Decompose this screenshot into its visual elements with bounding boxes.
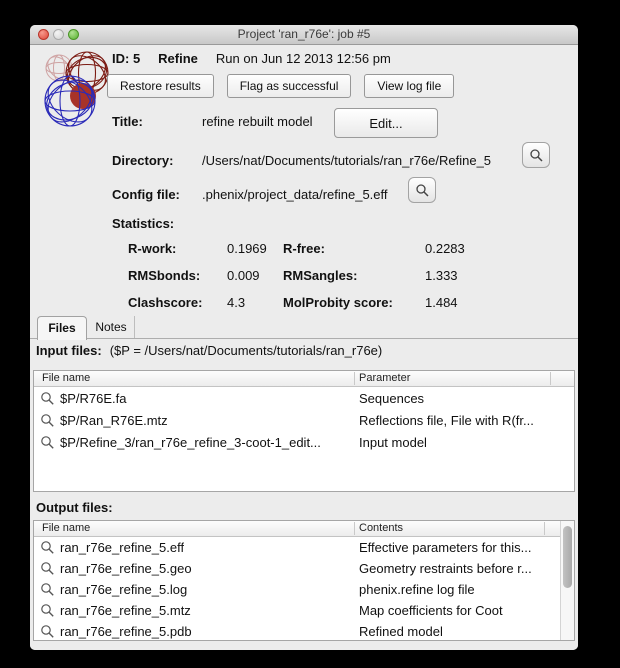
config-file-value: .phenix/project_data/refine_5.eff	[202, 187, 388, 202]
file-name: ran_r76e_refine_5.pdb	[60, 624, 192, 639]
app-window: Project 'ran_r76e': job #5	[30, 25, 578, 650]
edit-title-button[interactable]: Edit...	[334, 108, 438, 138]
flag-successful-button[interactable]: Flag as successful	[227, 74, 352, 98]
file-name: ran_r76e_refine_5.geo	[60, 561, 192, 576]
directory-value: /Users/nat/Documents/tutorials/ran_r76e/…	[202, 153, 491, 168]
zoom-button[interactable]	[68, 29, 79, 40]
stat-value: 4.3	[227, 295, 245, 310]
title-value: refine rebuilt model	[202, 114, 313, 129]
tab-notes[interactable]: Notes	[88, 316, 135, 338]
input-files-table: File name Parameter $P/R76E.fa Sequences…	[33, 370, 575, 492]
file-name: $P/R76E.fa	[60, 391, 127, 406]
magnifier-icon	[529, 148, 544, 163]
file-parameter: Reflections file, File with R(fr...	[359, 413, 534, 428]
output-files-table: File name Contents ran_r76e_refine_5.eff…	[33, 520, 575, 641]
molecule-spheres-icon	[42, 47, 116, 127]
output-file-row[interactable]: ran_r76e_refine_5.log phenix.refine log …	[34, 579, 574, 600]
file-contents: phenix.refine log file	[359, 582, 475, 597]
action-buttons: Restore results Flag as successful View …	[107, 74, 454, 98]
stat-label: MolProbity score:	[283, 295, 393, 310]
job-summary-row: ID: 5 Refine Run on Jun 12 2013 12:56 pm	[112, 51, 391, 66]
magnifier-icon	[415, 183, 430, 198]
column-divider[interactable]	[354, 372, 355, 385]
input-file-row[interactable]: $P/Refine_3/ran_r76e_refine_3-coot-1_edi…	[34, 431, 574, 453]
file-contents: Geometry restraints before r...	[359, 561, 532, 576]
output-file-row[interactable]: ran_r76e_refine_5.geo Geometry restraint…	[34, 558, 574, 579]
column-header-file-name[interactable]: File name	[42, 521, 90, 536]
magnifier-icon[interactable]	[40, 413, 55, 428]
view-log-button[interactable]: View log file	[364, 74, 454, 98]
stat-value: 1.333	[425, 268, 458, 283]
column-header-file-name[interactable]: File name	[42, 371, 90, 386]
window-title: Project 'ran_r76e': job #5	[90, 25, 518, 44]
file-name: ran_r76e_refine_5.eff	[60, 540, 184, 555]
tab-files[interactable]: Files	[37, 316, 87, 340]
job-type: Refine	[158, 51, 198, 66]
output-files-heading: Output files:	[36, 500, 113, 515]
output-files-table-header[interactable]: File name Contents	[34, 521, 574, 537]
close-button[interactable]	[38, 29, 49, 40]
minimize-button[interactable]	[53, 29, 64, 40]
magnifier-icon[interactable]	[40, 603, 55, 618]
title-bar[interactable]: Project 'ran_r76e': job #5	[30, 25, 578, 45]
file-contents: Effective parameters for this...	[359, 540, 531, 555]
output-files-heading-row: Output files:	[36, 500, 113, 515]
column-divider[interactable]	[544, 522, 545, 535]
stat-value: 0.009	[227, 268, 260, 283]
column-divider[interactable]	[354, 522, 355, 535]
column-header-parameter[interactable]: Parameter	[359, 371, 410, 386]
column-divider[interactable]	[550, 372, 551, 385]
magnifier-icon[interactable]	[40, 561, 55, 576]
output-files-scrollbar[interactable]	[560, 521, 574, 640]
magnifier-icon[interactable]	[40, 582, 55, 597]
input-files-heading: Input files:	[36, 343, 102, 358]
magnifier-icon[interactable]	[40, 624, 55, 639]
file-name: $P/Refine_3/ran_r76e_refine_3-coot-1_edi…	[60, 435, 321, 450]
column-header-contents[interactable]: Contents	[359, 521, 403, 536]
job-run-info: Run on Jun 12 2013 12:56 pm	[216, 51, 391, 66]
scrollbar-thumb[interactable]	[563, 526, 572, 588]
traffic-lights	[38, 29, 79, 40]
output-file-row[interactable]: ran_r76e_refine_5.eff Effective paramete…	[34, 537, 574, 558]
input-files-heading-row: Input files: ($P = /Users/nat/Documents/…	[36, 343, 382, 358]
magnifier-icon[interactable]	[40, 391, 55, 406]
stat-value: 0.2283	[425, 241, 465, 256]
stat-label: RMSangles:	[283, 268, 357, 283]
file-parameter: Sequences	[359, 391, 424, 406]
magnifier-icon[interactable]	[40, 435, 55, 450]
job-id: ID: 5	[112, 51, 140, 66]
stat-label: RMSbonds:	[128, 268, 200, 283]
file-contents: Refined model	[359, 624, 443, 639]
magnifier-icon[interactable]	[40, 540, 55, 555]
view-config-button[interactable]	[408, 177, 436, 203]
restore-results-button[interactable]: Restore results	[107, 74, 214, 98]
stat-value: 0.1969	[227, 241, 267, 256]
stat-label: R-work:	[128, 241, 176, 256]
output-file-row[interactable]: ran_r76e_refine_5.pdb Refined model	[34, 621, 574, 641]
input-files-table-header[interactable]: File name Parameter	[34, 371, 574, 387]
file-name: ran_r76e_refine_5.log	[60, 582, 187, 597]
title-label: Title:	[112, 114, 143, 129]
file-name: ran_r76e_refine_5.mtz	[60, 603, 191, 618]
input-file-row[interactable]: $P/R76E.fa Sequences	[34, 387, 574, 409]
stat-value: 1.484	[425, 295, 458, 310]
file-name: $P/Ran_R76E.mtz	[60, 413, 168, 428]
stat-label: R-free:	[283, 241, 325, 256]
input-files-path-note: ($P = /Users/nat/Documents/tutorials/ran…	[110, 343, 383, 358]
config-file-label: Config file:	[112, 187, 180, 202]
stat-label: Clashscore:	[128, 295, 202, 310]
open-directory-button[interactable]	[522, 142, 550, 168]
file-parameter: Input model	[359, 435, 427, 450]
statistics-heading: Statistics:	[112, 216, 174, 231]
directory-label: Directory:	[112, 153, 173, 168]
input-file-row[interactable]: $P/Ran_R76E.mtz Reflections file, File w…	[34, 409, 574, 431]
file-contents: Map coefficients for Coot	[359, 603, 503, 618]
output-file-row[interactable]: ran_r76e_refine_5.mtz Map coefficients f…	[34, 600, 574, 621]
